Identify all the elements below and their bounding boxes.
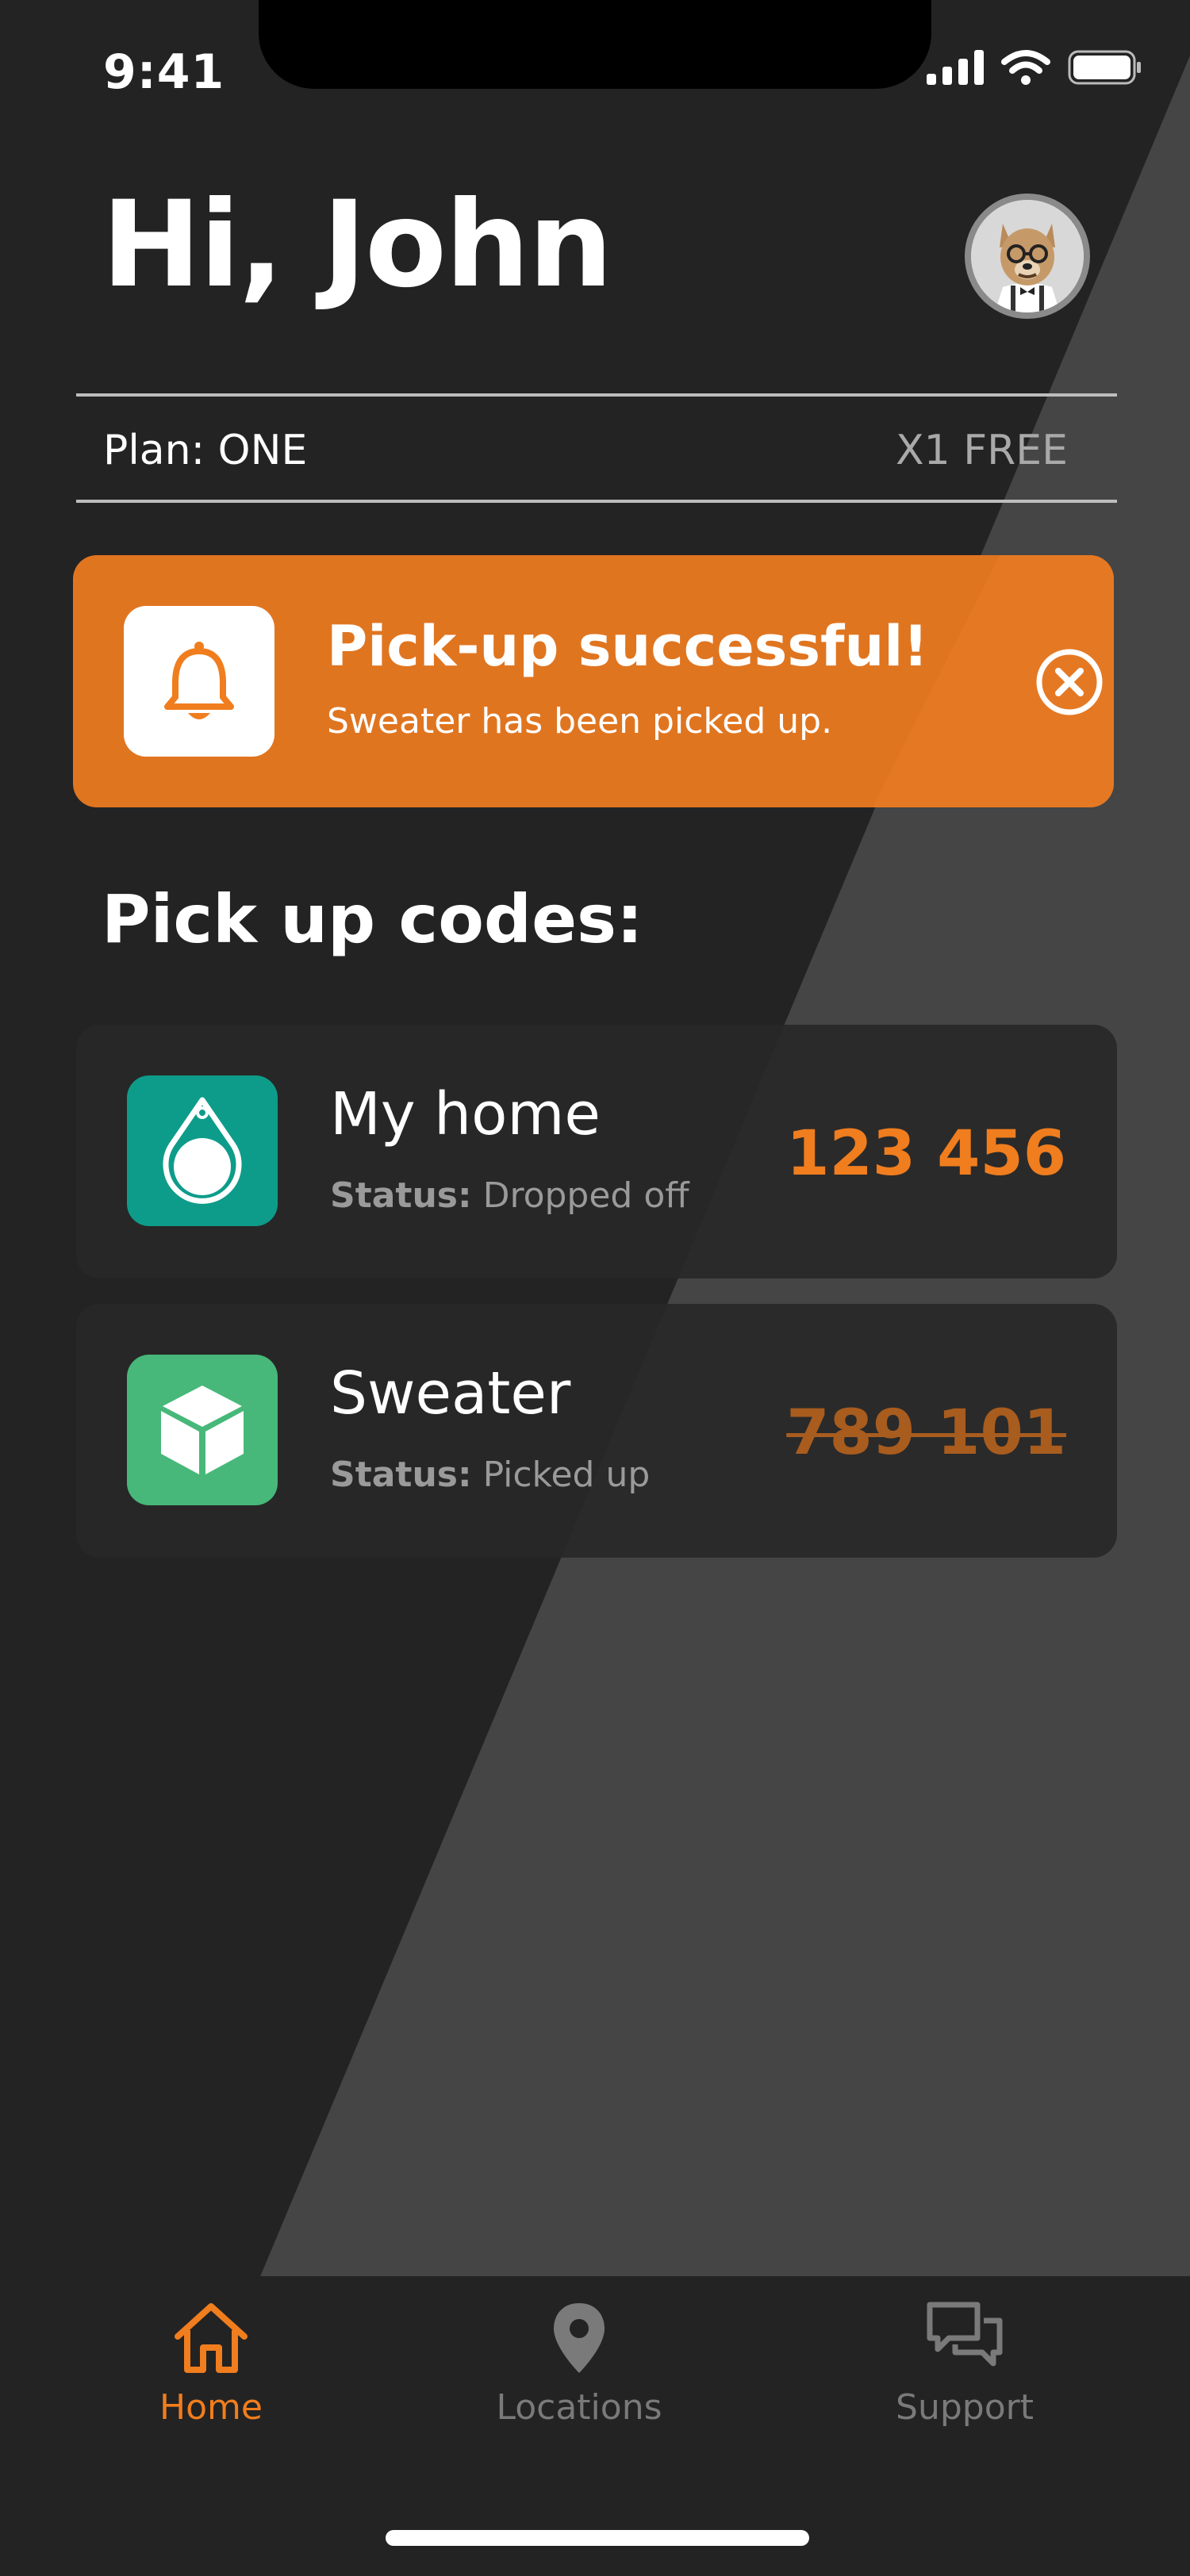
alert-icon-box (124, 606, 274, 757)
home-indicator (386, 2530, 809, 2546)
avatar-dog-icon (971, 200, 1084, 312)
plan-label: Plan: ONE (103, 427, 308, 474)
card-status: Status: Picked up (330, 1455, 650, 1495)
pickup-card-sweater[interactable]: Sweater Status: Picked up 789 101 (76, 1304, 1117, 1558)
alert-message: Sweater has been picked up. (327, 701, 833, 742)
status-icons (927, 49, 1142, 86)
pickup-alert-banner: Pick-up successful! Sweater has been pic… (73, 555, 1114, 807)
device-notch (259, 0, 931, 89)
greeting-title: Hi, John (102, 176, 613, 314)
tab-label: Support (896, 2387, 1034, 2428)
card-icon-box (127, 1075, 278, 1226)
wifi-icon (1001, 50, 1050, 85)
pickup-codes-title: Pick up codes: (102, 880, 643, 958)
location-pin-icon (554, 2303, 605, 2373)
home-icon (175, 2303, 248, 2373)
tab-locations[interactable]: Locations (452, 2300, 706, 2428)
plan-offer: X1 FREE (896, 427, 1068, 474)
chat-icon (927, 2302, 1003, 2367)
tab-support[interactable]: Support (838, 2300, 1092, 2428)
bell-icon (164, 642, 234, 719)
status-value: Picked up (482, 1455, 651, 1495)
pickup-code[interactable]: 123 456 (786, 1118, 1066, 1190)
status-value: Dropped off (482, 1175, 689, 1216)
tab-label: Home (159, 2387, 263, 2428)
status-label: Status: (330, 1175, 472, 1216)
pickup-code[interactable]: 789 101 (786, 1397, 1066, 1469)
tab-label: Locations (496, 2387, 662, 2428)
pickup-card-my-home[interactable]: My home Status: Dropped off 123 456 (76, 1025, 1117, 1278)
avatar[interactable] (965, 194, 1090, 319)
key-fob-icon (163, 1097, 242, 1204)
status-bar: 9:41 (0, 0, 1190, 143)
cellular-signal-icon (927, 50, 984, 85)
card-name: My home (330, 1080, 601, 1148)
card-status: Status: Dropped off (330, 1175, 689, 1216)
battery-icon (1068, 50, 1141, 85)
box-icon (161, 1386, 244, 1474)
alert-title: Pick-up successful! (327, 614, 929, 679)
status-label: Status: (330, 1455, 472, 1495)
card-name: Sweater (330, 1359, 571, 1428)
status-time: 9:41 (103, 44, 225, 100)
close-icon[interactable] (1030, 642, 1109, 722)
tab-home[interactable]: Home (84, 2300, 338, 2428)
card-icon-box (127, 1355, 278, 1505)
background-diagonal (135, 56, 1190, 2576)
plan-row[interactable]: Plan: ONE X1 FREE (76, 393, 1117, 503)
